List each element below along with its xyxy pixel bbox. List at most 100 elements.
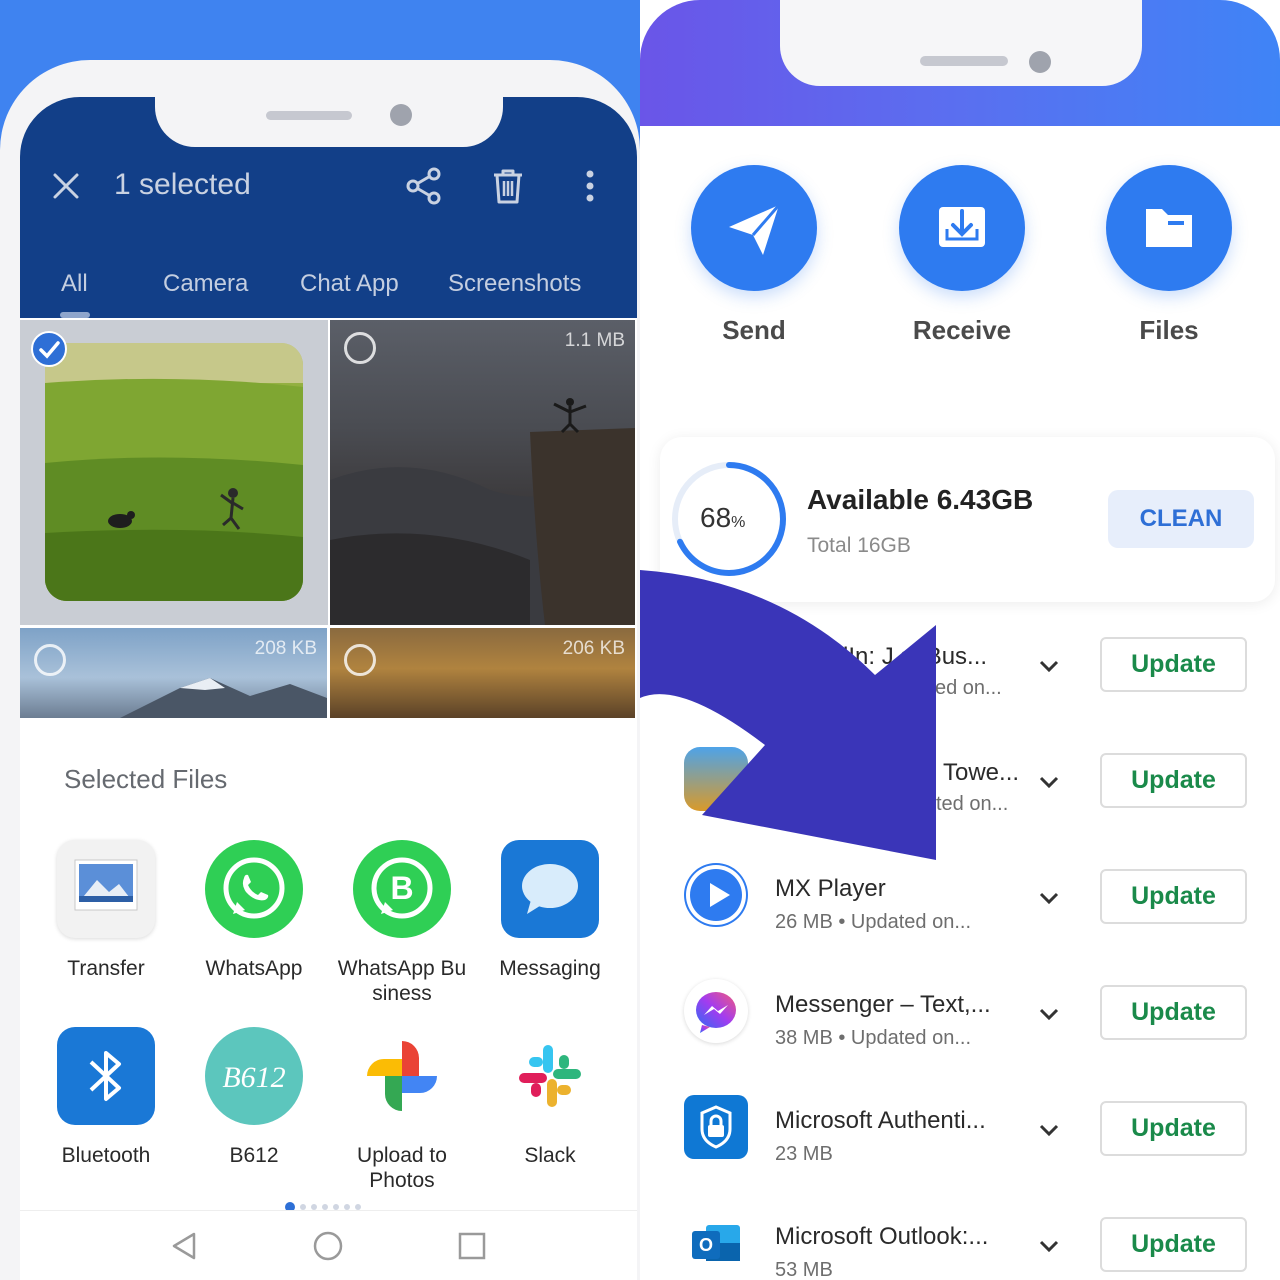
share-target-messaging[interactable]: Messaging	[485, 840, 615, 981]
b612-icon: B612	[205, 1027, 303, 1125]
update-button[interactable]: Update	[1100, 1101, 1247, 1156]
chevron-down-icon[interactable]	[1036, 885, 1062, 911]
app-name: Microsoft Outlook:...	[775, 1223, 989, 1250]
share-target-whatsapp[interactable]: WhatsApp	[189, 840, 319, 981]
nav-recents-icon[interactable]	[456, 1230, 488, 1262]
receive-label: Receive	[912, 315, 1012, 345]
share-sheet	[20, 718, 637, 1280]
file-size-label: 208 KB	[254, 638, 317, 659]
share-target-bluetooth[interactable]: Bluetooth	[41, 1027, 171, 1168]
share-target-label: WhatsApp	[205, 957, 303, 980]
tab-screenshots[interactable]: Screenshots	[448, 270, 581, 298]
photo-green-field	[45, 343, 303, 601]
share-icon[interactable]	[404, 166, 444, 206]
phone-notch	[155, 97, 503, 147]
app-meta: ted on...	[936, 793, 1009, 815]
app-update-row: MX Player 26 MB • Updated on... Update	[640, 863, 1280, 983]
update-button[interactable]: Update	[1100, 753, 1247, 808]
messaging-bubble-icon	[501, 840, 599, 938]
nav-home-icon[interactable]	[312, 1230, 344, 1262]
select-radio[interactable]	[34, 644, 66, 676]
bluetooth-icon	[57, 1027, 155, 1125]
speaker-grille	[920, 56, 1008, 66]
left-phone-screenshot: 1 selected All Camera Chat App Screensho…	[0, 0, 640, 1280]
gallery-tile[interactable]: 206 KB	[330, 628, 635, 718]
delete-icon[interactable]	[488, 166, 528, 206]
tab-chat-app[interactable]: Chat App	[300, 270, 399, 298]
update-button[interactable]: Update	[1100, 869, 1247, 924]
field-scene	[45, 343, 303, 601]
slack-icon	[501, 1027, 599, 1125]
available-storage: Available 6.43GB	[807, 484, 1034, 515]
google-photos-icon	[353, 1027, 451, 1125]
gallery-tile-selected[interactable]	[20, 320, 328, 625]
whatsapp-business-icon: B	[353, 840, 451, 938]
storage-percent: 68%	[700, 502, 746, 533]
nav-back-icon[interactable]	[168, 1230, 200, 1262]
share-target-label: Bluetooth	[61, 1144, 151, 1167]
app-meta: ed on...	[935, 677, 1002, 699]
file-size-label: 206 KB	[562, 638, 625, 659]
more-options-icon[interactable]	[578, 168, 602, 204]
svg-text:B: B	[390, 870, 413, 906]
mx-player-icon	[684, 863, 748, 927]
share-page-indicator	[285, 1198, 366, 1212]
app-name: Microsoft Authenti...	[775, 1107, 986, 1134]
share-target-google-photos[interactable]: Upload to Photos	[337, 1027, 467, 1193]
app-name: Towe...	[943, 759, 1020, 786]
chevron-down-icon[interactable]	[1036, 1233, 1062, 1259]
gallery-tile[interactable]: 208 KB	[20, 628, 327, 718]
send-label: Send	[722, 315, 786, 345]
app-update-row: Microsoft Authenti... 23 MB Update	[640, 1095, 1280, 1215]
close-icon[interactable]	[50, 170, 82, 202]
front-camera	[1029, 51, 1051, 73]
folder-icon	[1106, 165, 1232, 291]
authenticator-lock-icon	[684, 1095, 748, 1159]
outlook-icon: O	[684, 1211, 748, 1275]
share-sheet-title: Selected Files	[64, 764, 228, 794]
send-action[interactable]: Send	[691, 165, 817, 346]
update-button[interactable]: Update	[1100, 985, 1247, 1040]
svg-text:B612: B612	[222, 1061, 285, 1094]
chevron-down-icon[interactable]	[1036, 769, 1062, 795]
messenger-icon	[684, 979, 748, 1043]
clean-button[interactable]: CLEAN	[1108, 490, 1254, 548]
chevron-down-icon[interactable]	[1036, 653, 1062, 679]
tab-all[interactable]: All	[61, 270, 88, 298]
app-update-row: Messenger – Text,... 38 MB • Updated on.…	[640, 979, 1280, 1099]
files-label: Files	[1139, 315, 1199, 345]
app-update-row: O Microsoft Outlook:... 53 MB Update	[640, 1211, 1280, 1280]
front-camera	[390, 104, 412, 126]
phone-notch	[780, 0, 1142, 86]
update-button[interactable]: Update	[1100, 1217, 1247, 1272]
download-tray-icon	[899, 165, 1025, 291]
app-meta: 53 MB	[775, 1259, 833, 1280]
selection-count-title: 1 selected	[114, 168, 251, 201]
tab-camera[interactable]: Camera	[163, 270, 248, 298]
share-target-label: Messaging	[499, 957, 601, 980]
total-storage: Total 16GB	[807, 534, 911, 557]
files-action[interactable]: Files	[1106, 165, 1232, 346]
share-target-transfer[interactable]: Transfer	[41, 840, 171, 981]
svg-text:O: O	[699, 1235, 713, 1255]
share-target-label: WhatsApp Bu siness	[337, 957, 467, 1005]
update-button[interactable]: Update	[1100, 637, 1247, 692]
selected-check-icon[interactable]	[31, 331, 67, 367]
select-radio[interactable]	[344, 644, 376, 676]
app-name: Messenger – Text,...	[775, 991, 991, 1018]
whatsapp-icon	[205, 840, 303, 938]
share-target-label: B612	[229, 1144, 279, 1167]
gallery-tile[interactable]: 1.1 MB	[330, 320, 635, 625]
speaker-grille	[266, 111, 352, 120]
app-meta: 26 MB • Updated on...	[775, 911, 972, 933]
chevron-down-icon[interactable]	[1036, 1001, 1062, 1027]
file-size-label: 1.1 MB	[564, 330, 625, 351]
app-meta: 23 MB	[775, 1143, 833, 1165]
receive-action[interactable]: Receive	[899, 165, 1025, 346]
share-target-slack[interactable]: Slack	[485, 1027, 615, 1168]
share-target-b612[interactable]: B612 B612	[189, 1027, 319, 1168]
chevron-down-icon[interactable]	[1036, 1117, 1062, 1143]
share-target-whatsapp-business[interactable]: B WhatsApp Bu siness	[337, 840, 467, 1006]
gallery-photo-icon	[57, 840, 155, 938]
select-radio[interactable]	[344, 332, 376, 364]
